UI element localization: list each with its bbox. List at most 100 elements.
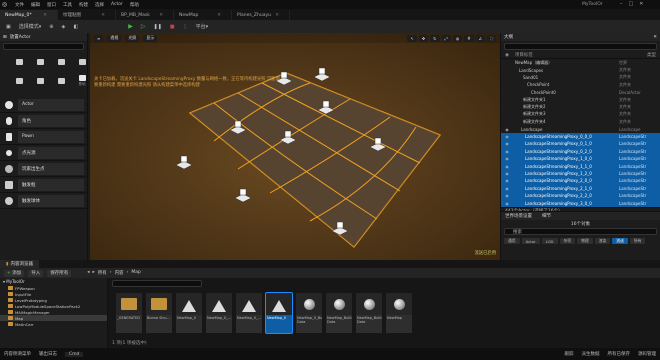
outliner-row[interactable]: ◉ LandscapeStreamingProxy_1_0_0 LandscapeS… [501,155,660,163]
save-all-button[interactable]: 保存所有 [47,269,72,277]
outliner-row[interactable]: ◉ LandscapeStreamingProxy_0_1_0 LandscapeS… [501,140,660,148]
outliner-row[interactable]: 新建文件夹4 文件夹 [501,118,660,125]
asset-tile[interactable]: NewMap_0_... [236,293,262,333]
more-icon[interactable]: ⋮ [181,23,190,31]
visibility-icon[interactable]: ◉ [501,127,513,132]
outliner-row[interactable]: ◉ LandscapeStreamingProxy_0_0_0 LandscapeS… [501,132,660,141]
play-icon[interactable]: ▶ [126,23,135,31]
menu-window[interactable]: 窗口 [47,2,56,8]
category-visual[interactable] [10,73,28,89]
move-icon[interactable]: ✥ [418,34,429,42]
tab-newmap[interactable]: NewMap ✕ [174,10,232,20]
add-icon[interactable]: ⊕ [47,23,55,31]
menu-select[interactable]: 选择 [95,2,104,8]
category-lights[interactable] [52,54,70,70]
list-item[interactable]: 触发框 [0,177,87,193]
asset-tile[interactable]: NewMap_0_Built Data [296,293,322,333]
tree-root[interactable]: ▾ MyToolOr [0,278,107,285]
filter-button[interactable]: 所有 [629,238,646,244]
category-shapes[interactable] [73,54,91,70]
select-icon[interactable]: ↖ [407,34,417,42]
blueprint-icon[interactable]: ◈ [59,23,67,31]
visibility-icon[interactable]: ◉ [501,141,513,146]
close-icon[interactable]: ✕ [217,13,221,18]
stop-icon[interactable]: ■ [168,23,177,31]
column-type[interactable]: 类型 [647,52,656,58]
menu-help[interactable]: 帮助 [130,2,139,8]
menu-build[interactable]: 构建 [79,2,88,8]
tab-details[interactable]: 细节 [542,213,551,219]
details-search-input[interactable]: 搜索 [504,228,657,235]
simulate-icon[interactable]: ▷ [139,23,148,31]
back-icon[interactable]: ◂ [87,270,89,276]
grid-snap-icon[interactable]: # [464,34,474,42]
visibility-icon[interactable]: ◉ [501,193,513,198]
outliner-row[interactable]: CheckPoint0 DecalActor [501,89,660,96]
outliner-row[interactable]: ◉ Landscape Landscape [501,126,660,133]
close-icon[interactable]: ✕ [101,13,105,18]
visibility-icon[interactable]: ◉ [501,178,513,183]
outliner-row[interactable]: Sand01 文件夹 [501,74,660,81]
visibility-icon[interactable]: ◉ [501,149,513,154]
output-log-button[interactable]: 输出日志 [39,351,57,357]
landscape-scene[interactable] [90,33,500,260]
close-icon[interactable]: ✕ [159,13,163,18]
search-input[interactable] [3,43,84,50]
tree-item[interactable]: MatInCarr [0,321,107,327]
asset-tile[interactable]: NewMap_Built Data [356,293,382,333]
outliner-row[interactable]: ◉ LandscapeStreamingProxy_2_2_0 LandscapeS… [501,192,660,200]
outliner-row[interactable]: ◉ LandscapeStreamingProxy_2_1_0 LandscapeS… [501,184,660,193]
close-icon[interactable]: ✕ [275,13,279,18]
maximize-icon[interactable]: ⛶ [487,34,496,42]
asset-tile[interactable]: NewMap_0_... [206,293,232,333]
tab-planes[interactable]: Planes_Zhuayu ✕ [232,10,290,20]
tab-bp-mask[interactable]: BP_MB_Mask ✕ [116,10,174,20]
rotate-icon[interactable]: ↻ [430,34,440,42]
filter-button[interactable]: 通用 [504,238,520,244]
filter-button[interactable]: LOD [541,238,558,244]
visibility-icon[interactable]: ◉ [505,53,509,58]
list-item[interactable]: 触发球体 [0,193,87,209]
filter-button[interactable]: 渲染 [594,238,611,244]
category-all[interactable] [52,73,70,89]
tab-content-browser[interactable]: ▮ 内容浏览器 [0,260,39,268]
add-button[interactable]: + 添加 [4,269,25,277]
filter-button[interactable]: Actor [521,238,540,244]
close-icon[interactable]: ✕ [653,35,657,40]
outliner-row[interactable]: ◉ LandscapeStreamingProxy_2_0_0 LandscapeS… [501,177,660,185]
category-volumes[interactable] [31,73,49,89]
column-label[interactable]: 项目标签 [515,52,641,58]
list-item[interactable]: 玩家出生点 [0,161,87,177]
list-item[interactable]: 角色 [0,113,87,129]
list-item[interactable]: 点光源 [0,145,87,161]
outliner-row[interactable]: 新建文件夹2 文件夹 [501,103,660,110]
viewport-menu-icon[interactable]: ≡ [94,34,104,42]
visibility-icon[interactable]: ◉ [501,156,513,161]
outliner-row[interactable]: ◉ LandscapeStreamingProxy_3_0_0 LandscapeS… [501,199,660,207]
outliner-row[interactable]: NewMap（编辑器） 世界 [501,59,660,66]
visibility-icon[interactable]: ◉ [501,186,513,191]
outliner-row[interactable]: 新建文件夹3 文件夹 [501,111,660,118]
menu-edit[interactable]: 编辑 [31,2,40,8]
close-icon[interactable]: ✕ [43,13,47,18]
cmd-button[interactable]: Cmd [65,351,84,357]
angle-snap-icon[interactable]: ∠ [475,34,486,42]
visibility-icon[interactable]: ◉ [501,164,513,169]
trace-button[interactable]: 跟踪 [565,351,574,357]
asset-tile[interactable]: NewMap_0 [265,292,293,334]
filter-button[interactable]: 流送 [612,238,628,244]
lit-button[interactable]: 光照 [125,34,140,42]
breadcrumb-all[interactable]: 所有 [98,270,107,276]
source-control-button[interactable]: 源码管理 [638,351,656,357]
forward-icon[interactable]: ▸ [92,270,94,276]
asset-tile[interactable]: NewMap [386,293,412,333]
outliner-row[interactable]: CheckPoint 文件夹 [501,81,660,88]
asset-tile[interactable]: NewMap_Built Data [326,293,352,333]
pause-icon[interactable]: ❚❚ [151,23,163,31]
scale-icon[interactable]: ⤢ [441,34,451,42]
show-button[interactable]: 显示 [143,34,158,42]
breadcrumb-map[interactable]: Map [131,270,141,276]
outliner-row[interactable]: ◉ LandscapeStreamingProxy_0_2_0 LandscapeS… [501,147,660,156]
outliner-row[interactable]: ◉ LandscapeStreamingProxy_1_1_0 LandscapeS… [501,162,660,170]
visibility-icon[interactable]: ◉ [501,201,513,206]
